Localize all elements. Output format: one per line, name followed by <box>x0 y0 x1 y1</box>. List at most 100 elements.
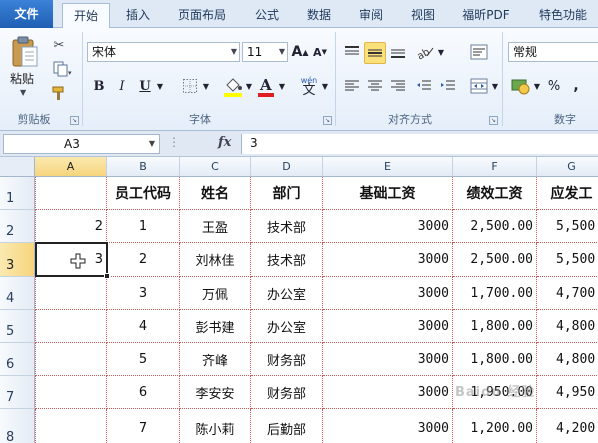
cell-a7[interactable] <box>35 376 107 409</box>
column-header-a[interactable]: A <box>35 157 107 177</box>
cell-a2[interactable]: 2 <box>35 210 107 243</box>
cell-e2[interactable]: 3000 <box>323 210 453 243</box>
cell-c1[interactable]: 姓名 <box>180 177 251 210</box>
cell-a1[interactable] <box>35 177 107 210</box>
merge-center-button[interactable] <box>468 76 490 96</box>
row-header-1[interactable]: 1 <box>0 177 35 210</box>
shrink-font-button[interactable]: A ▼ <box>312 42 328 62</box>
cell-f3[interactable]: 2,500.00 <box>453 243 537 277</box>
row-header-7[interactable]: 7 <box>0 376 35 409</box>
cell-b5[interactable]: 4 <box>107 310 180 343</box>
cell-f4[interactable]: 1,700.00 <box>453 277 537 310</box>
fill-color-button[interactable] <box>222 74 244 98</box>
column-header-g[interactable]: G <box>537 157 598 177</box>
cell-a8[interactable] <box>35 409 107 443</box>
column-header-e[interactable]: E <box>323 157 453 177</box>
cell-c3[interactable]: 刘林佳 <box>180 243 251 277</box>
grow-font-button[interactable]: A ▲ <box>292 42 309 62</box>
increase-indent-button[interactable] <box>438 76 458 96</box>
column-header-c[interactable]: C <box>180 157 251 177</box>
clipboard-launcher-icon[interactable]: ↘ <box>70 116 79 125</box>
cell-g4[interactable]: 4,700. <box>537 277 598 310</box>
tab-formulas[interactable]: 公式 <box>245 3 289 28</box>
cell-f5[interactable]: 1,800.00 <box>453 310 537 343</box>
cell-g5[interactable]: 4,800. <box>537 310 598 343</box>
merge-dropdown-icon[interactable]: ▼ <box>490 76 500 96</box>
select-all-corner[interactable] <box>0 157 35 177</box>
cell-f2[interactable]: 2,500.00 <box>453 210 537 243</box>
copy-icon[interactable]: ▾ <box>50 60 74 78</box>
cell-c8[interactable]: 陈小莉 <box>180 409 251 443</box>
bold-button[interactable]: B <box>90 76 108 96</box>
align-right-button[interactable] <box>388 76 408 96</box>
cell-e6[interactable]: 3000 <box>323 343 453 376</box>
align-bottom-button[interactable] <box>388 42 408 62</box>
number-format-select[interactable]: 常规 <box>508 42 598 62</box>
tab-view[interactable]: 视图 <box>401 3 445 28</box>
row-header-5[interactable]: 5 <box>0 310 35 343</box>
accounting-dropdown-icon[interactable]: ▼ <box>532 76 542 96</box>
comma-button[interactable]: , <box>568 76 584 96</box>
fill-color-dropdown-icon[interactable]: ▼ <box>244 76 254 96</box>
row-header-3[interactable]: 3 <box>0 243 35 277</box>
cell-a5[interactable] <box>35 310 107 343</box>
align-middle-button[interactable] <box>364 42 386 64</box>
cell-g3[interactable]: 5,500. <box>537 243 598 277</box>
font-color-dropdown-icon[interactable]: ▼ <box>277 76 287 96</box>
cell-d5[interactable]: 办公室 <box>251 310 323 343</box>
column-header-d[interactable]: D <box>251 157 323 177</box>
cell-e4[interactable]: 3000 <box>323 277 453 310</box>
tab-file[interactable]: 文件 <box>0 0 53 28</box>
row-header-4[interactable]: 4 <box>0 277 35 310</box>
borders-dropdown-icon[interactable]: ▼ <box>201 76 211 96</box>
cell-b3[interactable]: 2 <box>107 243 180 277</box>
cell-g1[interactable]: 应发工 <box>537 177 598 210</box>
cell-g6[interactable]: 4,800. <box>537 343 598 376</box>
cell-g8[interactable]: 4,200. <box>537 409 598 443</box>
font-color-button[interactable]: A <box>256 74 276 98</box>
tab-review[interactable]: 审阅 <box>349 3 393 28</box>
alignment-launcher-icon[interactable]: ↘ <box>489 116 498 125</box>
format-painter-icon[interactable] <box>50 84 68 102</box>
phonetic-guide-button[interactable]: wén 文 <box>298 72 320 100</box>
tab-page-layout[interactable]: 页面布局 <box>170 3 234 28</box>
borders-button[interactable] <box>180 76 200 96</box>
cell-f8[interactable]: 1,200.00 <box>453 409 537 443</box>
row-header-2[interactable]: 2 <box>0 210 35 243</box>
cell-e1[interactable]: 基础工资 <box>323 177 453 210</box>
cell-c2[interactable]: 王盈 <box>180 210 251 243</box>
column-header-f[interactable]: F <box>453 157 537 177</box>
phonetic-dropdown-icon[interactable]: ▼ <box>320 76 330 96</box>
row-header-8[interactable]: 8 <box>0 409 35 443</box>
cell-c4[interactable]: 万佩 <box>180 277 251 310</box>
cell-g7[interactable]: 4,950. <box>537 376 598 409</box>
tab-data[interactable]: 数据 <box>297 3 341 28</box>
cell-e3[interactable]: 3000 <box>323 243 453 277</box>
tab-home[interactable]: 开始 <box>62 3 110 29</box>
cell-b4[interactable]: 3 <box>107 277 180 310</box>
tab-foxit-pdf[interactable]: 福昕PDF <box>453 3 519 28</box>
cell-e7[interactable]: 3000 <box>323 376 453 409</box>
cell-b1[interactable]: 员工代码 <box>107 177 180 210</box>
orientation-dropdown-icon[interactable]: ▼ <box>436 42 446 62</box>
cell-b6[interactable]: 5 <box>107 343 180 376</box>
align-top-button[interactable] <box>342 42 362 62</box>
cell-f6[interactable]: 1,800.00 <box>453 343 537 376</box>
cell-d4[interactable]: 办公室 <box>251 277 323 310</box>
cell-c6[interactable]: 齐峰 <box>180 343 251 376</box>
paste-dropdown-icon[interactable]: ▼ <box>20 88 26 97</box>
name-box[interactable]: A3 ▼ <box>3 134 160 154</box>
underline-dropdown-icon[interactable]: ▼ <box>155 76 165 96</box>
align-left-button[interactable] <box>342 76 362 96</box>
cell-g2[interactable]: 5,500. <box>537 210 598 243</box>
column-header-b[interactable]: B <box>107 157 180 177</box>
cell-a6[interactable] <box>35 343 107 376</box>
cell-f1[interactable]: 绩效工资 <box>453 177 537 210</box>
cell-a4[interactable] <box>35 277 107 310</box>
row-header-6[interactable]: 6 <box>0 343 35 376</box>
cell-b7[interactable]: 6 <box>107 376 180 409</box>
italic-button[interactable]: I <box>113 76 131 96</box>
cell-d6[interactable]: 财务部 <box>251 343 323 376</box>
paste-button[interactable] <box>6 34 44 70</box>
cell-b2[interactable]: 1 <box>107 210 180 243</box>
